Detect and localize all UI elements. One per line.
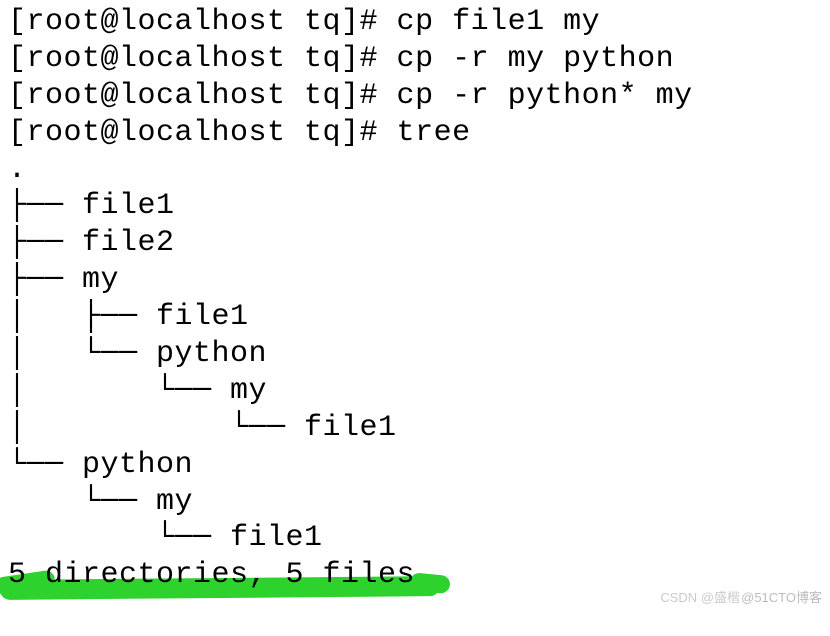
tree-node: │ └── python <box>8 336 822 373</box>
tree-node: │ └── my <box>8 373 822 410</box>
terminal-line: [root@localhost tq]# cp file1 my <box>8 4 822 41</box>
tree-node: ├── file2 <box>8 225 822 262</box>
terminal-line: [root@localhost tq]# tree <box>8 115 822 152</box>
terminal-line: [root@localhost tq]# cp -r my python <box>8 41 822 78</box>
tree-node: └── python <box>8 447 822 484</box>
tree-root: . <box>8 152 822 189</box>
tree-node: │ └── file1 <box>8 410 822 447</box>
terminal-line: [root@localhost tq]# cp -r python* my <box>8 78 822 115</box>
tree-summary: 5 directories, 5 files <box>8 557 822 594</box>
tree-node: └── file1 <box>8 520 822 557</box>
tree-node: ├── my <box>8 262 822 299</box>
tree-node: │ ├── file1 <box>8 299 822 336</box>
tree-node: └── my <box>8 484 822 521</box>
tree-node: ├── file1 <box>8 188 822 225</box>
